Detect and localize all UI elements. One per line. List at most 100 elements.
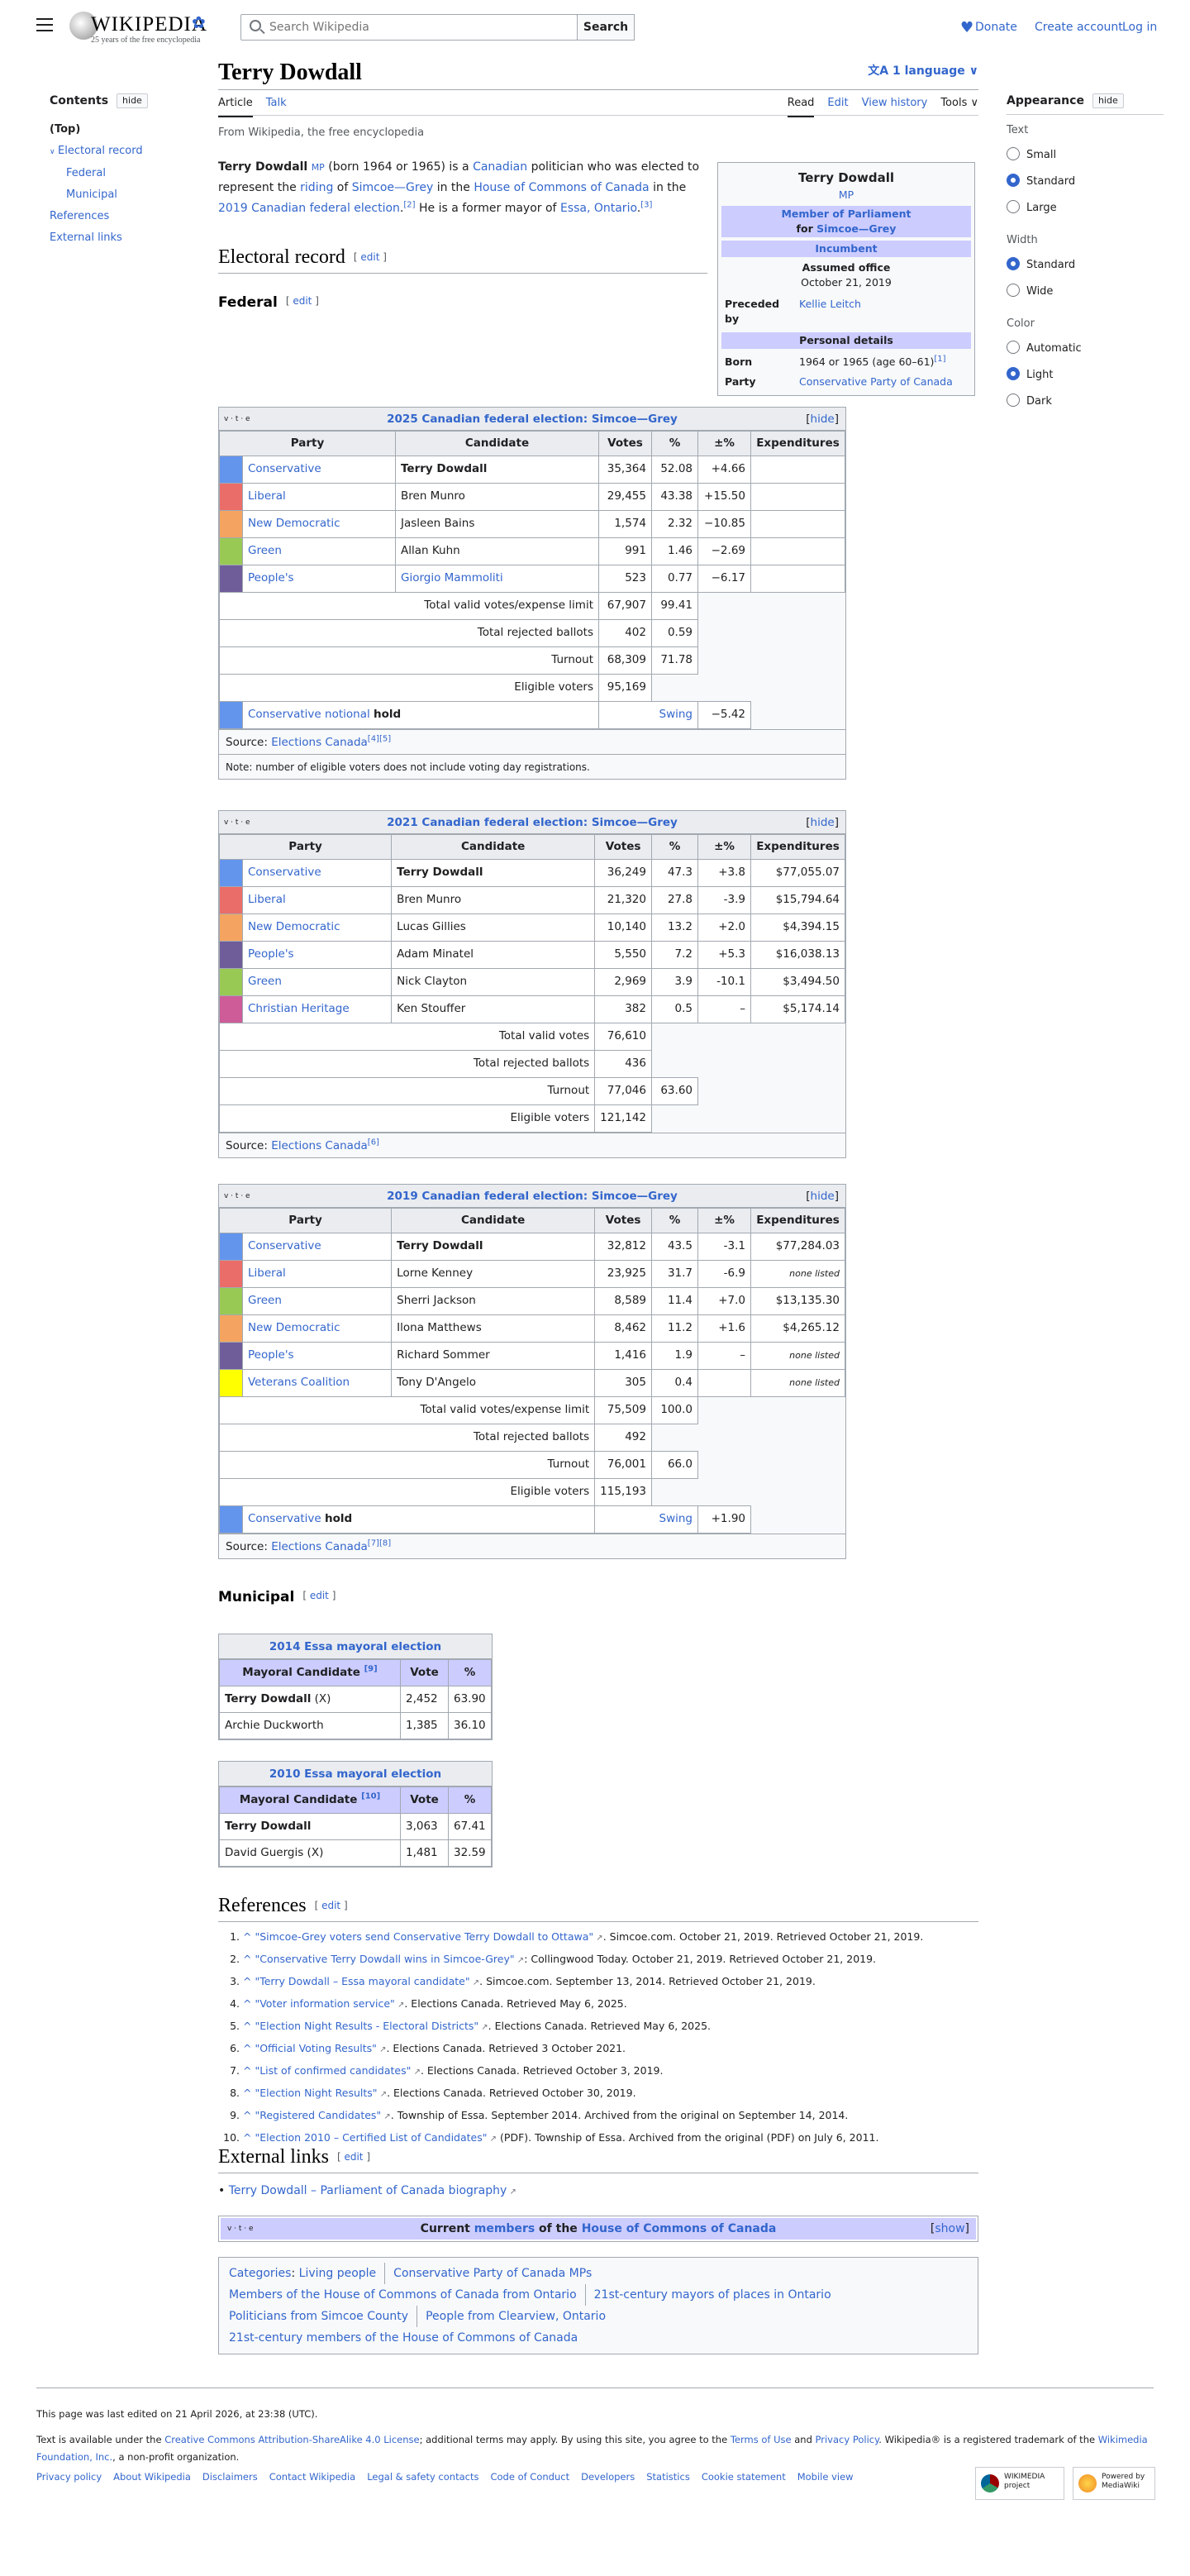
- chevron-down-icon[interactable]: ∨: [50, 141, 58, 163]
- edit-section-link[interactable]: edit: [310, 1590, 329, 1601]
- party-link[interactable]: Conservative: [248, 1512, 321, 1525]
- ref-2[interactable]: [2]: [403, 200, 415, 209]
- source-link[interactable]: Elections Canada: [271, 736, 368, 749]
- reference-link[interactable]: "Election 2010 – Certified List of Candi…: [255, 2131, 497, 2144]
- election-2021-link[interactable]: 2021 Canadian federal election: Simcoe—G…: [387, 816, 678, 829]
- party-link[interactable]: People's: [248, 1348, 294, 1362]
- color-dark-option[interactable]: Dark: [1007, 392, 1164, 412]
- toc-item-electoral-record[interactable]: ∨ Electoral record: [50, 141, 215, 163]
- width-wide-option[interactable]: Wide: [1007, 282, 1164, 302]
- reference-link[interactable]: "Simcoe-Grey voters send Conservative Te…: [255, 1930, 602, 1943]
- ref-9[interactable]: [9]: [364, 1664, 378, 1673]
- vte-links[interactable]: v · t · e: [224, 1185, 250, 1208]
- party-link[interactable]: Veterans Coalition: [248, 1376, 350, 1389]
- party-link[interactable]: Liberal: [248, 489, 286, 503]
- radio-icon[interactable]: [1007, 147, 1020, 161]
- edit-section-link[interactable]: edit: [321, 1900, 340, 1911]
- edit-section-link[interactable]: edit: [360, 251, 379, 263]
- infobox-mp-link[interactable]: MP: [839, 188, 854, 201]
- search-button[interactable]: Search: [577, 14, 635, 41]
- collapse-button[interactable]: [hide]: [806, 1185, 839, 1208]
- reference-link[interactable]: "List of confirmed candidates": [255, 2064, 420, 2077]
- footer-link[interactable]: About Wikipedia: [113, 2471, 191, 2483]
- party-link[interactable]: Green: [248, 975, 282, 988]
- categories-label[interactable]: Categories: [229, 2267, 291, 2280]
- category-link[interactable]: People from Clearview, Ontario: [416, 2306, 614, 2327]
- members-link[interactable]: members: [474, 2222, 535, 2235]
- swing-link[interactable]: Swing: [659, 708, 693, 721]
- privacy-link[interactable]: Privacy Policy: [816, 2434, 879, 2445]
- party-link[interactable]: Conservative: [248, 462, 321, 475]
- tab-edit[interactable]: Edit: [827, 96, 848, 116]
- backref-caret[interactable]: ^: [243, 2087, 251, 2099]
- party-link[interactable]: Conservative Party of Canada: [799, 375, 953, 388]
- radio-icon[interactable]: [1007, 340, 1020, 354]
- mp-link[interactable]: MP: [312, 162, 325, 173]
- text-standard-option[interactable]: Standard: [1007, 172, 1164, 192]
- reference-link[interactable]: "Conservative Terry Dowdall wins in Simc…: [255, 1953, 524, 1965]
- election-2019-link[interactable]: 2019 Canadian federal election: Simcoe—G…: [387, 1190, 678, 1203]
- radio-selected-icon[interactable]: [1007, 256, 1020, 270]
- footer-link[interactable]: Statistics: [646, 2471, 690, 2483]
- vte-links[interactable]: v · t · e: [227, 2218, 254, 2240]
- toc-item-references[interactable]: References: [50, 206, 215, 227]
- mayoral-2010-link[interactable]: 2010 Essa mayoral election: [269, 1767, 441, 1781]
- donate-link[interactable]: ♥ Donate: [960, 19, 1017, 36]
- category-link[interactable]: 21st-century mayors of places in Ontario: [584, 2284, 840, 2306]
- footer-link[interactable]: Mobile view: [797, 2471, 854, 2483]
- backref-caret[interactable]: ^: [243, 2042, 251, 2054]
- source-refs[interactable]: [6]: [368, 1138, 379, 1147]
- create-account-link[interactable]: Create account: [1035, 19, 1123, 36]
- appearance-hide-button[interactable]: hide: [1092, 93, 1124, 108]
- footer-link[interactable]: Privacy policy: [36, 2471, 102, 2483]
- reference-link[interactable]: "Official Voting Results": [255, 2042, 386, 2054]
- main-menu-icon[interactable]: [36, 18, 53, 31]
- ref-1[interactable]: [1]: [934, 355, 945, 364]
- reference-link[interactable]: "Election Night Results": [255, 2087, 387, 2099]
- radio-selected-icon[interactable]: [1007, 174, 1020, 188]
- tab-read[interactable]: Read: [787, 96, 815, 117]
- party-link[interactable]: New Democratic: [248, 517, 340, 530]
- party-link[interactable]: Liberal: [248, 1267, 286, 1280]
- party-link[interactable]: Green: [248, 544, 282, 557]
- collapse-button[interactable]: [hide]: [806, 811, 839, 834]
- party-link[interactable]: Conservative: [248, 708, 321, 721]
- riding-link[interactable]: riding: [300, 181, 333, 194]
- color-light-option[interactable]: Light: [1007, 365, 1164, 385]
- color-automatic-option[interactable]: Automatic: [1007, 339, 1164, 359]
- tab-view-history[interactable]: View history: [862, 96, 928, 116]
- text-small-option[interactable]: Small: [1007, 145, 1164, 165]
- toc-item-external-links[interactable]: External links: [50, 227, 215, 249]
- backref-caret[interactable]: ^: [243, 2109, 251, 2121]
- election-2025-link[interactable]: 2025 Canadian federal election: Simcoe—G…: [387, 413, 678, 426]
- footer-link[interactable]: Code of Conduct: [490, 2471, 569, 2483]
- party-link[interactable]: Christian Heritage: [248, 1002, 350, 1015]
- house-of-commons-link[interactable]: House of Commons of Canada: [474, 181, 649, 194]
- mayoral-2014-link[interactable]: 2014 Essa mayoral election: [269, 1640, 441, 1653]
- reference-link[interactable]: "Registered Candidates": [255, 2109, 390, 2121]
- hoc-link[interactable]: House of Commons of Canada: [582, 2222, 777, 2235]
- language-button[interactable]: 文A 1 language ∨: [868, 63, 978, 79]
- collapse-button[interactable]: [hide]: [806, 408, 839, 431]
- reference-link[interactable]: "Voter information service": [255, 1997, 404, 2010]
- toc-item-federal[interactable]: Federal: [50, 163, 215, 184]
- backref-caret[interactable]: ^: [243, 2064, 251, 2077]
- member-of-parliament-link[interactable]: Member of Parliament: [781, 208, 911, 220]
- party-link[interactable]: Conservative: [248, 1239, 321, 1252]
- source-refs[interactable]: [7][8]: [368, 1539, 391, 1548]
- party-link[interactable]: Liberal: [248, 893, 286, 906]
- backref-caret[interactable]: ^: [243, 2020, 251, 2032]
- footer-link[interactable]: Legal & safety contacts: [367, 2471, 478, 2483]
- parliament-bio-link[interactable]: Terry Dowdall – Parliament of Canada bio…: [229, 2184, 516, 2197]
- tab-talk[interactable]: Talk: [266, 96, 287, 116]
- license-link[interactable]: Creative Commons Attribution-ShareAlike …: [164, 2434, 419, 2445]
- footer-link[interactable]: Disclaimers: [202, 2471, 258, 2483]
- category-link[interactable]: Conservative Party of Canada MPs: [384, 2263, 600, 2284]
- source-refs[interactable]: [4][5]: [368, 735, 391, 744]
- simcoe-grey-link[interactable]: Simcoe—Grey: [352, 181, 434, 194]
- ref-10[interactable]: [10]: [361, 1791, 380, 1801]
- category-link[interactable]: Living people: [299, 2263, 385, 2284]
- backref-caret[interactable]: ^: [243, 1975, 251, 1987]
- swing-link[interactable]: Swing: [659, 1512, 693, 1525]
- party-link[interactable]: Conservative: [248, 866, 321, 879]
